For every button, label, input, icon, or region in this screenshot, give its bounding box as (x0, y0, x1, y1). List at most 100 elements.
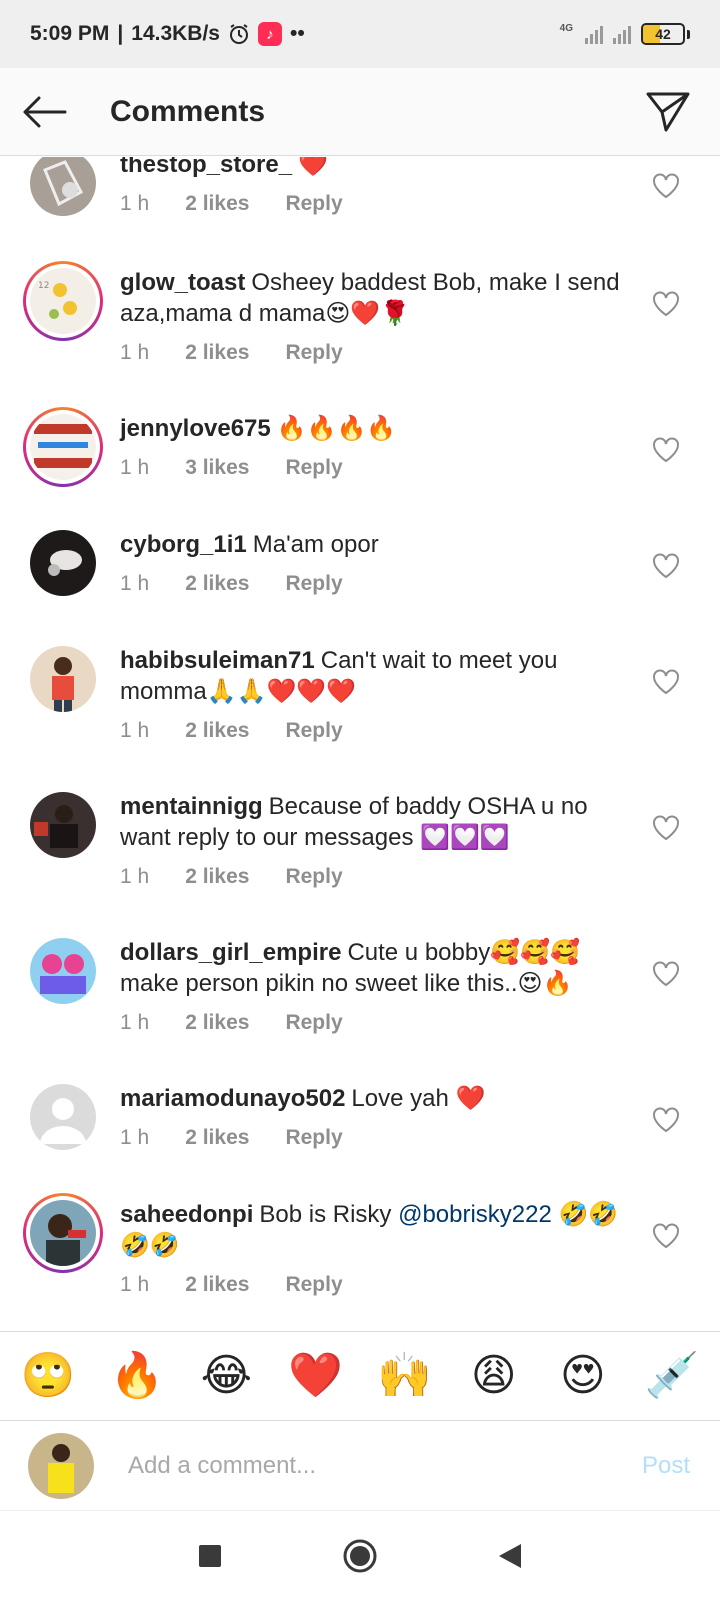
reply-button[interactable]: Reply (285, 192, 342, 216)
comment-message: Bob is Risky (259, 1201, 392, 1228)
emoji-quick-bar: 🙄 🔥 😂 ❤️ 🙌 😩 😍 💉 (0, 1331, 720, 1421)
comment-likes[interactable]: 3 likes (185, 456, 249, 480)
avatar[interactable] (23, 639, 103, 719)
post-button[interactable]: Post (642, 1452, 690, 1480)
comment-username[interactable]: mentainnigg (120, 793, 263, 820)
comment-body: mariamodunayo502 Love yah ❤️ 1 h 2 likes … (120, 1083, 620, 1150)
avatar[interactable] (23, 407, 103, 487)
comment-likes[interactable]: 2 likes (185, 572, 249, 596)
avatar[interactable] (23, 523, 103, 603)
comment-likes[interactable]: 2 likes (185, 719, 249, 743)
reply-button[interactable]: Reply (285, 1126, 342, 1150)
emoji-syringe-button[interactable]: 💉 (644, 1354, 700, 1398)
comment-username[interactable]: jennylove675 (120, 415, 271, 442)
avatar-image (30, 938, 96, 1004)
heart-icon[interactable] (652, 437, 680, 463)
svg-text:12: 12 (38, 281, 49, 291)
emoji-heart-button[interactable]: ❤️ (287, 1354, 343, 1398)
comment-time: 1 h (120, 1273, 150, 1296)
nav-back-button[interactable] (490, 1536, 530, 1576)
signal-icon (585, 24, 603, 44)
comment-time: 1 h (120, 341, 150, 364)
avatar[interactable] (23, 785, 103, 865)
avatar[interactable] (23, 1077, 103, 1157)
comment-meta: 1 h 2 likes Reply (120, 1273, 620, 1297)
comment-username[interactable]: habibsuleiman71 (120, 647, 315, 674)
reply-button[interactable]: Reply (285, 456, 342, 480)
back-arrow-icon (23, 96, 67, 127)
status-time: 5:09 PM (30, 22, 110, 45)
back-button[interactable] (0, 68, 88, 156)
comment-likes[interactable]: 2 likes (185, 192, 249, 216)
heart-icon[interactable] (652, 815, 680, 841)
avatar[interactable] (23, 1193, 103, 1273)
emoji-heart-eyes-button[interactable]: 😍 (555, 1354, 611, 1398)
emoji-fire-button[interactable]: 🔥 (109, 1354, 165, 1398)
emoji-laughing-button[interactable]: 😂 (198, 1354, 254, 1398)
comments-list[interactable]: thestop_store_ ❤️ 1 h 2 likes Reply 12 gl… (0, 157, 720, 1331)
comment-body: cyborg_1i1 Ma'am opor 1 h 2 likes Reply (120, 529, 620, 596)
signal-icon (613, 24, 631, 44)
comment-text: glow_toast Osheey baddest Bob, make I sen… (120, 267, 620, 329)
avatar[interactable] (23, 157, 103, 223)
avatar-ring-inner (26, 1196, 100, 1270)
status-bar: 5:09 PM | 14.3KB/s ♪ •• 4G 42 (0, 0, 720, 68)
comment-likes[interactable]: 2 likes (185, 1126, 249, 1150)
comment-body: mentainnigg Because of baddy OSHA u no wa… (120, 791, 620, 889)
comment-username[interactable]: saheedonpi (120, 1201, 253, 1228)
emoji-weary-button[interactable]: 😩 (466, 1354, 522, 1398)
comment-username[interactable]: thestop_store_ (120, 157, 292, 178)
comment-username[interactable]: mariamodunayo502 (120, 1085, 345, 1112)
reply-button[interactable]: Reply (285, 572, 342, 596)
avatar-image (30, 157, 96, 216)
comment-likes[interactable]: 2 likes (185, 341, 249, 365)
heart-icon[interactable] (652, 553, 680, 579)
comment-text: thestop_store_ ❤️ (120, 157, 620, 180)
heart-icon[interactable] (652, 1223, 680, 1249)
reply-button[interactable]: Reply (285, 1273, 342, 1297)
comment-input[interactable] (128, 1451, 608, 1480)
comment-username[interactable]: glow_toast (120, 269, 245, 296)
comment-mention[interactable]: @bobrisky222 (398, 1201, 552, 1228)
comment-composer: Post (0, 1421, 720, 1511)
battery-level: 42 (655, 26, 671, 42)
comment-likes[interactable]: 2 likes (185, 1273, 249, 1297)
heart-icon[interactable] (652, 1107, 680, 1133)
comment-username[interactable]: cyborg_1i1 (120, 531, 247, 558)
comment-text: mentainnigg Because of baddy OSHA u no wa… (120, 791, 620, 853)
avatar-image: 12 (30, 268, 96, 334)
comment-body: glow_toast Osheey baddest Bob, make I sen… (120, 267, 620, 365)
share-button[interactable] (644, 88, 692, 136)
default-avatar-icon (30, 1084, 96, 1150)
avatar-image (30, 792, 96, 858)
avatar[interactable]: 12 (23, 261, 103, 341)
heart-icon[interactable] (652, 669, 680, 695)
home-button[interactable] (340, 1536, 380, 1576)
emoji-raised-hands-button[interactable]: 🙌 (377, 1354, 433, 1398)
comment-likes[interactable]: 2 likes (185, 865, 249, 889)
emoji-eye-roll-button[interactable]: 🙄 (20, 1354, 76, 1398)
avatar[interactable] (23, 931, 103, 1011)
comment-time: 1 h (120, 1011, 150, 1034)
comment-meta: 1 h 2 likes Reply (120, 1126, 620, 1150)
comment-text: mariamodunayo502 Love yah ❤️ (120, 1083, 620, 1114)
comment-username[interactable]: dollars_girl_empire (120, 939, 341, 966)
recents-button[interactable] (190, 1536, 230, 1576)
reply-button[interactable]: Reply (285, 865, 342, 889)
comment-meta: 1 h 2 likes Reply (120, 865, 620, 889)
reply-button[interactable]: Reply (285, 719, 342, 743)
more-dots-icon: •• (289, 22, 305, 45)
status-right: 4G 42 (560, 23, 690, 45)
heart-icon[interactable] (652, 173, 680, 199)
comment-meta: 1 h 2 likes Reply (120, 192, 620, 216)
comment-message: ❤️ (298, 157, 328, 178)
heart-icon[interactable] (652, 961, 680, 987)
comment-body: dollars_girl_empire Cute u bobby🥰🥰🥰 make … (120, 937, 620, 1035)
comment-meta: 1 h 2 likes Reply (120, 719, 620, 743)
reply-button[interactable]: Reply (285, 1011, 342, 1035)
reply-button[interactable]: Reply (285, 341, 342, 365)
comment-likes[interactable]: 2 likes (185, 1011, 249, 1035)
heart-icon[interactable] (652, 291, 680, 317)
alarm-icon (228, 23, 250, 45)
my-avatar[interactable] (28, 1432, 94, 1499)
